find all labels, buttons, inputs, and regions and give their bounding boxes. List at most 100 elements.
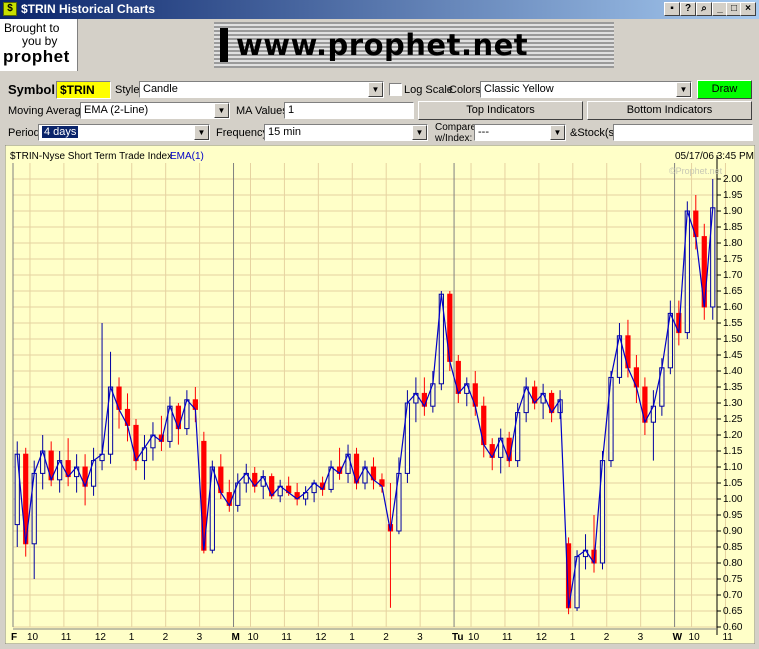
x-tick-label: 2 xyxy=(163,632,169,643)
y-tick-label: 0.85 xyxy=(723,542,743,553)
compare-label: Compare xyxy=(435,122,477,133)
x-tick-label: 11 xyxy=(61,632,72,643)
banner-ad[interactable]: www.prophet.net xyxy=(214,22,614,68)
x-tick-label: 1 xyxy=(349,632,355,643)
x-tick-label: W xyxy=(673,632,683,643)
y-tick-label: 1.10 xyxy=(723,462,743,473)
prophet-logo: Brought to you by prophet xyxy=(0,19,78,71)
chevron-down-icon: ▼ xyxy=(676,82,691,97)
y-tick-label: 1.45 xyxy=(723,350,743,361)
menu-icon[interactable]: ▪ xyxy=(664,2,680,16)
top-indicators-button[interactable]: Top Indicators xyxy=(418,101,583,120)
x-tick-label: 1 xyxy=(570,632,576,643)
y-tick-label: 0.90 xyxy=(723,526,743,537)
compare-index-label: w/Index: xyxy=(435,133,473,144)
y-tick-label: 1.80 xyxy=(723,238,743,249)
colors-select[interactable]: Classic Yellow ▼ xyxy=(480,81,692,98)
style-value: Candle xyxy=(143,83,178,95)
y-tick-label: 0.80 xyxy=(723,558,743,569)
x-tick-label: 2 xyxy=(604,632,610,643)
y-tick-label: 1.70 xyxy=(723,270,743,281)
x-tick-label: 10 xyxy=(468,632,480,643)
draw-chart-button[interactable]: Draw Chart xyxy=(697,80,752,112)
y-tick-label: 1.25 xyxy=(723,414,743,425)
x-tick-label: 12 xyxy=(536,632,548,643)
brand-text: prophet xyxy=(3,47,70,66)
moving-average-select[interactable]: EMA (2-Line) ▼ xyxy=(80,102,230,119)
log-scale-label: Log Scale xyxy=(404,84,453,96)
ma-values-label: MA Values xyxy=(236,105,288,117)
x-tick-label: 11 xyxy=(502,632,513,643)
symbol-label: Symbol xyxy=(8,82,55,97)
y-tick-label: 1.05 xyxy=(723,478,743,489)
watermark: ©Prophet.net xyxy=(669,166,723,176)
symbol-input[interactable]: $TRIN xyxy=(56,81,111,99)
chevron-down-icon: ▼ xyxy=(194,125,209,140)
x-tick-label: 2 xyxy=(383,632,389,643)
chevron-down-icon: ▼ xyxy=(412,125,427,140)
x-tick-label: 1 xyxy=(129,632,135,643)
log-scale-checkbox[interactable] xyxy=(389,83,402,96)
frequency-value: 15 min xyxy=(268,126,302,138)
compare-value: --- xyxy=(478,126,489,138)
window-title: $TRIN Historical Charts xyxy=(21,2,156,16)
y-tick-label: 1.15 xyxy=(723,446,743,457)
ma-values-input[interactable]: 1 xyxy=(284,102,414,119)
y-tick-label: 1.90 xyxy=(723,206,743,217)
x-tick-label: Tu xyxy=(452,632,463,643)
y-tick-label: 2.00 xyxy=(723,174,743,185)
x-tick-label: 12 xyxy=(95,632,107,643)
you-by-text: you by xyxy=(22,34,58,48)
y-tick-label: 1.00 xyxy=(723,494,743,505)
y-tick-label: 1.55 xyxy=(723,318,743,329)
y-tick-label: 0.70 xyxy=(723,590,743,601)
chart-timestamp: 05/17/06 3:45 PM xyxy=(675,151,754,162)
indicator-label: EMA(1) xyxy=(170,151,204,162)
y-tick-label: 1.60 xyxy=(723,302,743,313)
compare-select[interactable]: --- ▼ xyxy=(474,124,566,141)
moving-average-value: EMA (2-Line) xyxy=(84,104,149,116)
chevron-down-icon: ▼ xyxy=(550,125,565,140)
period-label: Period xyxy=(8,127,40,139)
y-tick-label: 1.40 xyxy=(723,366,743,377)
y-tick-label: 1.30 xyxy=(723,398,743,409)
stocks-label: &Stock(s) xyxy=(570,127,618,139)
x-tick-label: 10 xyxy=(27,632,39,643)
chevron-down-icon: ▼ xyxy=(368,82,383,97)
stocks-input[interactable] xyxy=(613,124,753,141)
period-value: 4 days xyxy=(42,126,79,138)
x-tick-label: 10 xyxy=(247,632,259,643)
help-icon[interactable]: ? xyxy=(680,2,696,16)
x-tick-label: F xyxy=(11,632,17,643)
x-tick-label: 3 xyxy=(638,632,644,643)
period-select[interactable]: 4 days ▼ xyxy=(38,124,210,141)
brought-to-text: Brought to xyxy=(4,21,60,35)
chevron-down-icon: ▼ xyxy=(214,103,229,118)
frequency-label: Frequency xyxy=(216,127,268,139)
y-tick-label: 1.35 xyxy=(723,382,743,393)
y-tick-label: 0.65 xyxy=(723,606,743,617)
y-tick-label: 1.75 xyxy=(723,254,743,265)
close-button[interactable]: × xyxy=(740,2,756,16)
bottom-indicators-button[interactable]: Bottom Indicators xyxy=(587,101,752,120)
app-icon: $ xyxy=(3,2,17,16)
style-label: Style xyxy=(115,84,140,96)
x-tick-label: 3 xyxy=(197,632,203,643)
y-tick-label: 1.50 xyxy=(723,334,743,345)
chart-title: $TRIN-Nyse Short Term Trade Index xyxy=(10,151,172,162)
y-tick-label: 1.95 xyxy=(723,190,743,201)
moving-average-label: Moving Average xyxy=(8,105,87,117)
trin-chart: 0.600.650.700.750.800.850.900.951.001.05… xyxy=(5,145,755,644)
frequency-select[interactable]: 15 min ▼ xyxy=(264,124,428,141)
search-icon[interactable]: ⌕ xyxy=(696,2,712,16)
x-tick-label: 11 xyxy=(722,632,733,643)
banner-block xyxy=(220,28,228,62)
x-tick-label: 3 xyxy=(417,632,423,643)
x-tick-label: 12 xyxy=(315,632,327,643)
x-tick-label: 11 xyxy=(281,632,292,643)
style-select[interactable]: Candle ▼ xyxy=(139,81,384,98)
y-tick-label: 1.65 xyxy=(723,286,743,297)
y-tick-label: 1.20 xyxy=(723,430,743,441)
window-titlebar: $ $TRIN Historical Charts ▪ ? ⌕ _ □ × xyxy=(0,0,759,19)
y-tick-label: 0.95 xyxy=(723,510,743,521)
